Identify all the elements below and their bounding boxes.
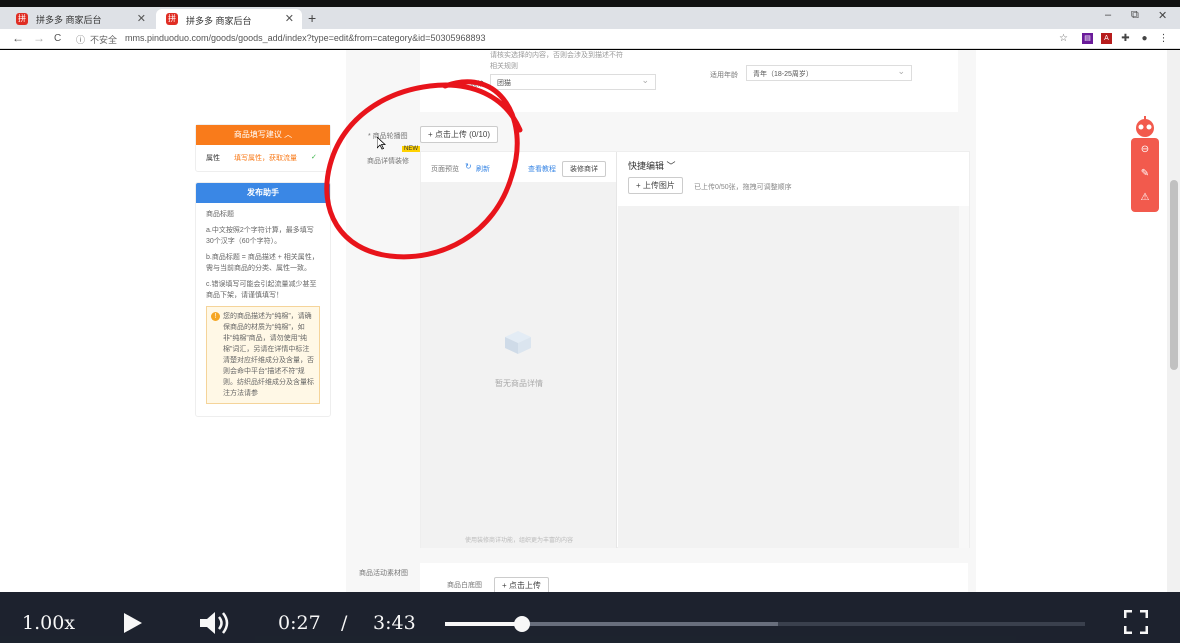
empty-detail-text: 暂无商品详情	[495, 379, 543, 388]
browser-tab-bar: 拼 拼多多 商家后台 ✕ 拼 拼多多 商家后台 ✕ + – ⧉ ✕	[0, 0, 1180, 31]
restore-button[interactable]: ⧉	[1131, 9, 1139, 22]
assistant-heading: 商品标题	[206, 211, 234, 218]
page-preview: 页面预览 ↻ 刷新 暂无商品详情 使用装修商详功能，组织更为丰富的内容	[421, 152, 617, 548]
decorate-button[interactable]: 装修商详	[562, 161, 606, 177]
age-select[interactable]: 青年（18-25周岁）	[746, 65, 912, 81]
browser-tab-2[interactable]: 拼 拼多多 商家后台 ✕	[156, 9, 302, 31]
material-card: 商品白底图 + 点击上传	[420, 563, 968, 592]
profile-icon[interactable]: ●	[1139, 33, 1150, 44]
refresh-link[interactable]: 刷新	[476, 164, 490, 174]
duration: 3:43	[373, 612, 416, 634]
tab-title: 拼多多 商家后台	[36, 14, 102, 25]
material-section-label: 商品活动素材图	[359, 570, 408, 577]
pinduoduo-favicon-icon: 拼	[166, 13, 178, 25]
page-scrollbar[interactable]	[1167, 50, 1180, 592]
cotton-warning: ! 您的商品描述为“纯棉”，请确保商品的材质为“纯棉”，如非“纯棉”商品，请勿使…	[206, 306, 320, 404]
assistant-tip: b.商品标题 = 商品描述 + 相关属性，需与当前商品的分类、属性一致。	[206, 254, 319, 272]
robot-assistant-icon[interactable]	[1133, 115, 1157, 139]
extension-icon[interactable]: ▤	[1082, 33, 1093, 44]
detail-editor: 页面预览 ↻ 刷新 暂无商品详情 使用装修商详功能，组织更为丰富的内容 查看教程…	[420, 151, 970, 548]
forward-button[interactable]: →	[33, 31, 45, 45]
suggest-card: 商品填写建议 ︿ 属性 填写属性，获取流量 ✓	[195, 124, 331, 172]
time-separator: /	[341, 612, 348, 634]
refresh-icon[interactable]: ↻	[465, 162, 472, 171]
security-label: 不安全	[90, 35, 118, 45]
info-icon[interactable]: ⓘ	[76, 33, 85, 46]
fullscreen-icon[interactable]	[1124, 610, 1148, 634]
empty-box-icon	[501, 327, 535, 355]
page-scrollbar-thumb[interactable]	[1170, 180, 1178, 370]
carousel-label: * 商品轮播图	[368, 133, 408, 140]
detail-label: 商品详情装修	[367, 158, 409, 165]
style-value: 团猫	[497, 80, 511, 87]
publish-assistant-header: 发布助手	[196, 183, 330, 203]
new-badge: NEW	[402, 146, 420, 152]
seek-bar[interactable]	[445, 616, 1085, 632]
pinduoduo-favicon-icon: 拼	[16, 13, 28, 25]
current-time: 0:27	[278, 612, 321, 634]
upload-hint: 已上传0/50张，拖拽可调整顺序	[694, 184, 792, 191]
white-bg-upload-button[interactable]: + 点击上传	[494, 577, 549, 592]
check-icon: ✓	[311, 154, 317, 161]
footer-hint: 使用装修商详功能，组织更为丰富的内容	[464, 538, 573, 544]
page-content: 请核实选择的内容，否则会涉及到描述不符 相关规则 风格 团猫 适用年龄 青年（1…	[0, 50, 1180, 592]
edit-icon[interactable]: ✎	[1131, 162, 1159, 186]
puzzle-extensions-icon[interactable]: ✚	[1120, 33, 1131, 44]
playback-speed[interactable]: 1.00x	[22, 612, 75, 634]
preview-label: 页面预览	[431, 166, 459, 173]
assistant-tip: c.错误填写可能会引起流量减少甚至商品下架，请谨慎填写！	[206, 281, 317, 299]
video-player-controls: 1.00x 0:27 / 3:43	[0, 592, 1180, 643]
menu-kebab-icon[interactable]: ⋮	[1158, 33, 1169, 44]
carousel-upload-button[interactable]: + 点击上传 (0/10)	[420, 126, 499, 143]
assist-panel: 商品填写建议 ︿ 属性 填写属性，获取流量 ✓ 发布助手 商品标题 a.中文按照…	[195, 124, 331, 417]
style-label: 风格	[470, 81, 484, 88]
notice-text: 请核实选择的内容，否则会涉及到描述不符	[490, 52, 623, 59]
close-window-button[interactable]: ✕	[1158, 9, 1167, 22]
quick-edit-pane: 快捷编辑 ﹀ + 上传图片 已上传0/50张，拖拽可调整顺序	[618, 152, 969, 548]
assistant-tip: a.中文按照2个字符计算，最多填写30个汉字（60个字符）。	[206, 227, 314, 245]
notice-text-2: 相关规则	[490, 63, 518, 70]
suggest-row-value[interactable]: 填写属性，获取流量	[234, 153, 297, 163]
play-icon[interactable]	[123, 612, 143, 634]
minus-icon[interactable]: ⊖	[1131, 138, 1159, 162]
age-value: 青年（18-25周岁）	[753, 71, 813, 78]
minimize-button[interactable]: –	[1105, 9, 1111, 21]
publish-assistant-card: 发布助手 商品标题 a.中文按照2个字符计算，最多填写30个汉字（60个字符）。…	[195, 182, 331, 417]
image-list-area	[618, 206, 959, 548]
suggest-card-header[interactable]: 商品填写建议 ︿	[196, 125, 330, 145]
style-select[interactable]: 团猫	[490, 74, 656, 90]
age-label: 适用年龄	[710, 72, 738, 79]
upload-images-button[interactable]: + 上传图片	[628, 177, 683, 194]
reload-button[interactable]: C	[54, 33, 61, 44]
warning-icon: !	[211, 312, 220, 321]
editor-scrollbar[interactable]	[959, 206, 969, 548]
tab-title: 拼多多 商家后台	[186, 15, 252, 26]
url-field[interactable]: mms.pinduoduo.com/goods/goods_add/index?…	[125, 33, 486, 43]
tab-close-icon[interactable]: ✕	[285, 12, 294, 25]
seek-handle[interactable]	[514, 616, 531, 632]
bookmark-star-icon[interactable]: ☆	[1058, 33, 1069, 44]
suggest-row-label: 属性	[206, 155, 220, 162]
pdf-extension-icon[interactable]: A	[1101, 33, 1112, 44]
warning-text: 您的商品描述为“纯棉”，请确保商品的材质为“纯棉”，如非“纯棉”商品，请勿使用“…	[223, 313, 314, 397]
browser-tab-1[interactable]: 拼 拼多多 商家后台 ✕	[6, 9, 154, 29]
attribute-card: 请核实选择的内容，否则会涉及到描述不符 相关规则 风格 团猫 适用年龄 青年（1…	[420, 50, 958, 112]
mouse-cursor-icon	[377, 137, 386, 150]
back-button[interactable]: ←	[12, 31, 24, 45]
new-tab-button[interactable]: +	[308, 10, 316, 26]
progress-bar	[445, 622, 523, 626]
tab-close-icon[interactable]: ✕	[137, 12, 146, 25]
alert-icon[interactable]: ⚠	[1131, 186, 1159, 210]
tutorial-link[interactable]: 查看教程	[528, 164, 556, 174]
volume-icon[interactable]	[199, 611, 231, 635]
address-bar: ← → C ⓘ 不安全 mms.pinduoduo.com/goods/good…	[0, 29, 1180, 49]
quick-edit-toggle[interactable]: 快捷编辑 ﹀	[628, 159, 676, 172]
floating-toolbar: ⊖ ✎ ⚠	[1131, 138, 1159, 212]
white-bg-label: 商品白底图	[447, 582, 482, 589]
